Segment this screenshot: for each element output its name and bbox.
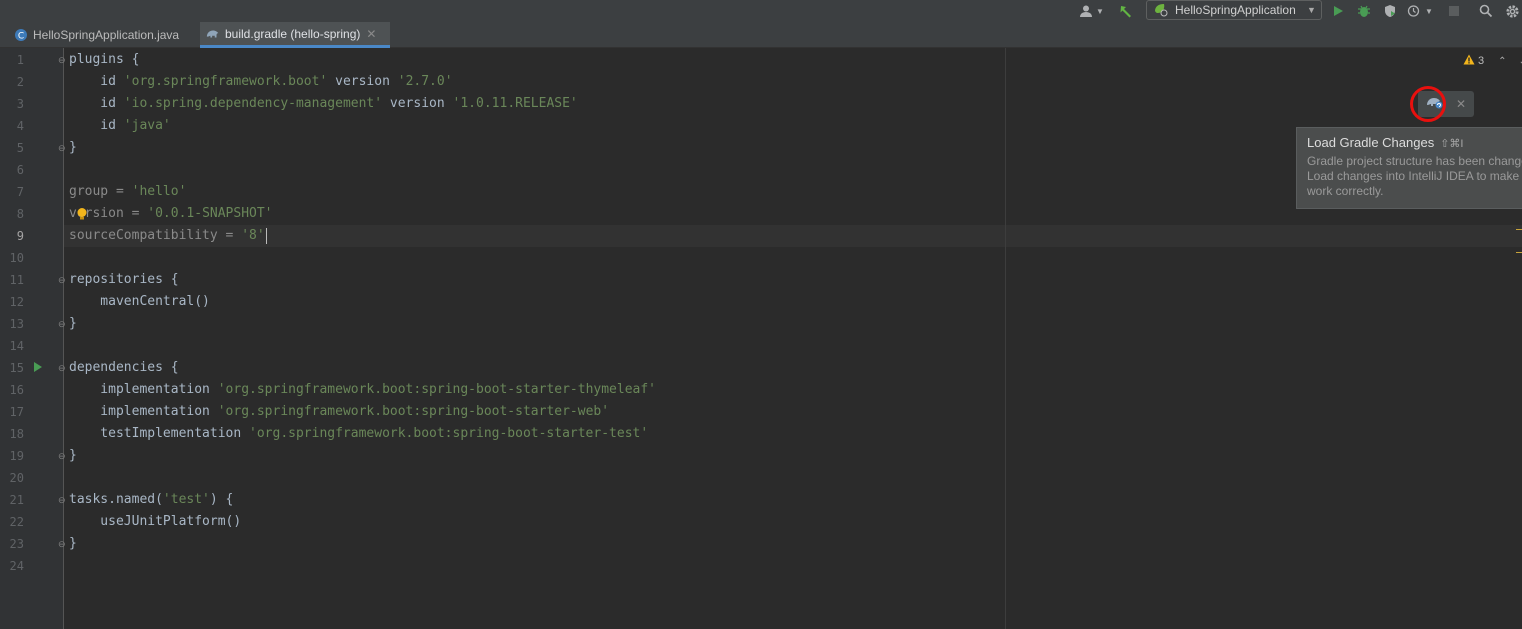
chevron-down-icon: ▼ [1096, 6, 1104, 16]
svg-text:C: C [18, 32, 24, 42]
stop-icon [1444, 1, 1464, 21]
previous-highlight-icon[interactable]: ⌃ [1498, 56, 1506, 67]
code-line: plugins { [69, 52, 140, 67]
line-number: 15 [9, 361, 24, 375]
code-line: group = 'hello' [69, 184, 187, 199]
code-line: useJUnitPlatform() [69, 514, 242, 529]
profiler-button[interactable]: ▼ [1404, 0, 1434, 22]
code-line: id 'org.springframework.boot' version '2… [69, 74, 453, 89]
code-line: implementation 'org.springframework.boot… [69, 404, 610, 419]
debug-button[interactable] [1354, 0, 1374, 22]
line-number: 2 [16, 75, 24, 89]
line-number: 7 [16, 185, 24, 199]
main-toolbar: ▼ HelloSpringApplication ▼ ▼ [0, 0, 1522, 22]
line-number: 13 [9, 317, 24, 331]
warning-icon [1463, 54, 1475, 68]
code-line: tasks.named('test') { [69, 492, 234, 507]
code-line: testImplementation 'org.springframework.… [69, 426, 649, 441]
line-number: 6 [16, 163, 24, 177]
hammer-icon [1116, 1, 1136, 21]
code-line: id 'java' [69, 118, 171, 133]
code-line: dependencies { [69, 360, 179, 375]
coverage-button[interactable] [1380, 0, 1400, 22]
highlight-circle [1410, 86, 1446, 122]
line-number: 5 [16, 141, 24, 155]
tooltip-title: Load Gradle Changes [1307, 135, 1435, 150]
run-configuration-label: HelloSpringApplication [1175, 3, 1296, 17]
warning-count: 3 [1478, 55, 1485, 67]
warning-stripe-marker[interactable] [1516, 229, 1522, 230]
current-line-highlight [64, 225, 1522, 247]
settings-button[interactable] [1502, 0, 1522, 22]
tab-build-gradle[interactable]: build.gradle (hello-spring) ✕ [200, 22, 390, 48]
shield-icon [1380, 1, 1400, 21]
spring-boot-icon [1153, 1, 1169, 20]
tooltip-title-row: Load Gradle Changes ⇧⌘I [1307, 135, 1522, 150]
gear-icon [1502, 1, 1522, 21]
line-number: 18 [9, 427, 24, 441]
code-line: repositories { [69, 272, 179, 287]
chevron-down-icon: ▼ [1307, 5, 1316, 15]
tooltip-shortcut: ⇧⌘I [1440, 138, 1464, 150]
next-highlight-icon[interactable]: ⌄ [1519, 56, 1522, 67]
close-icon[interactable]: ✕ [366, 27, 376, 41]
inspection-widget[interactable]: 3 ⌃ ⌄ [1463, 54, 1522, 68]
code-line: } [69, 316, 77, 331]
tooltip-description: Gradle project structure has been change… [1307, 154, 1522, 198]
run-configuration-select[interactable]: HelloSpringApplication ▼ [1146, 0, 1322, 20]
line-number-gutter: 1 2 3 4 5 6 7 8 9 10 11 12 13 14 15 16 1… [0, 48, 66, 629]
close-icon[interactable]: ✕ [1456, 97, 1466, 111]
line-number: 20 [9, 471, 24, 485]
user-menu[interactable]: ▼ [1076, 0, 1104, 22]
java-class-icon: C [14, 28, 28, 42]
code-line: mavenCentral() [69, 294, 210, 309]
user-icon [1076, 1, 1096, 21]
code-line: } [69, 448, 77, 463]
line-number: 8 [16, 207, 24, 221]
profiler-icon [1404, 1, 1424, 21]
editor-tab-bar: C HelloSpringApplication.java build.grad… [0, 22, 1522, 48]
load-gradle-changes-tooltip: Load Gradle Changes ⇧⌘I Gradle project st… [1296, 127, 1522, 209]
run-icon [1328, 1, 1348, 21]
line-number: 4 [16, 119, 24, 133]
line-number: 17 [9, 405, 24, 419]
lightbulb-icon[interactable] [76, 207, 88, 221]
right-margin-guide [1005, 48, 1006, 629]
warning-stripe-marker[interactable] [1516, 252, 1522, 253]
line-number: 21 [9, 493, 24, 507]
code-line: implementation 'org.springframework.boot… [69, 382, 657, 397]
line-number: 23 [9, 537, 24, 551]
code-line-current: sourceCompatibility = '8' [69, 227, 267, 244]
stop-button[interactable] [1444, 0, 1464, 22]
code-line: id 'io.spring.dependency-management' ver… [69, 96, 578, 111]
code-line: } [69, 536, 77, 551]
line-number: 14 [9, 339, 24, 353]
build-button[interactable] [1116, 0, 1136, 22]
run-gutter-icon[interactable] [34, 362, 42, 372]
bug-icon [1354, 1, 1374, 21]
line-number: 10 [9, 251, 24, 265]
tab-label: HelloSpringApplication.java [33, 28, 180, 42]
line-number-current: 9 [16, 229, 24, 243]
search-icon [1476, 1, 1496, 21]
run-button[interactable] [1328, 0, 1348, 22]
line-number: 11 [9, 273, 24, 287]
code-line: } [69, 140, 77, 155]
line-number: 3 [16, 97, 24, 111]
line-number: 16 [9, 383, 24, 397]
line-number: 1 [16, 53, 24, 67]
tab-hello-spring-application[interactable]: C HelloSpringApplication.java [8, 22, 198, 48]
line-number: 24 [9, 559, 24, 573]
chevron-down-icon: ▼ [1425, 6, 1433, 16]
line-number: 19 [9, 449, 24, 463]
search-button[interactable] [1476, 0, 1496, 22]
line-number: 22 [9, 515, 24, 529]
tab-label: build.gradle (hello-spring) [225, 26, 361, 41]
line-number: 12 [9, 295, 24, 309]
text-caret [265, 227, 267, 244]
gradle-icon [206, 27, 220, 41]
code-line: version = '0.0.1-SNAPSHOT' [69, 206, 273, 221]
